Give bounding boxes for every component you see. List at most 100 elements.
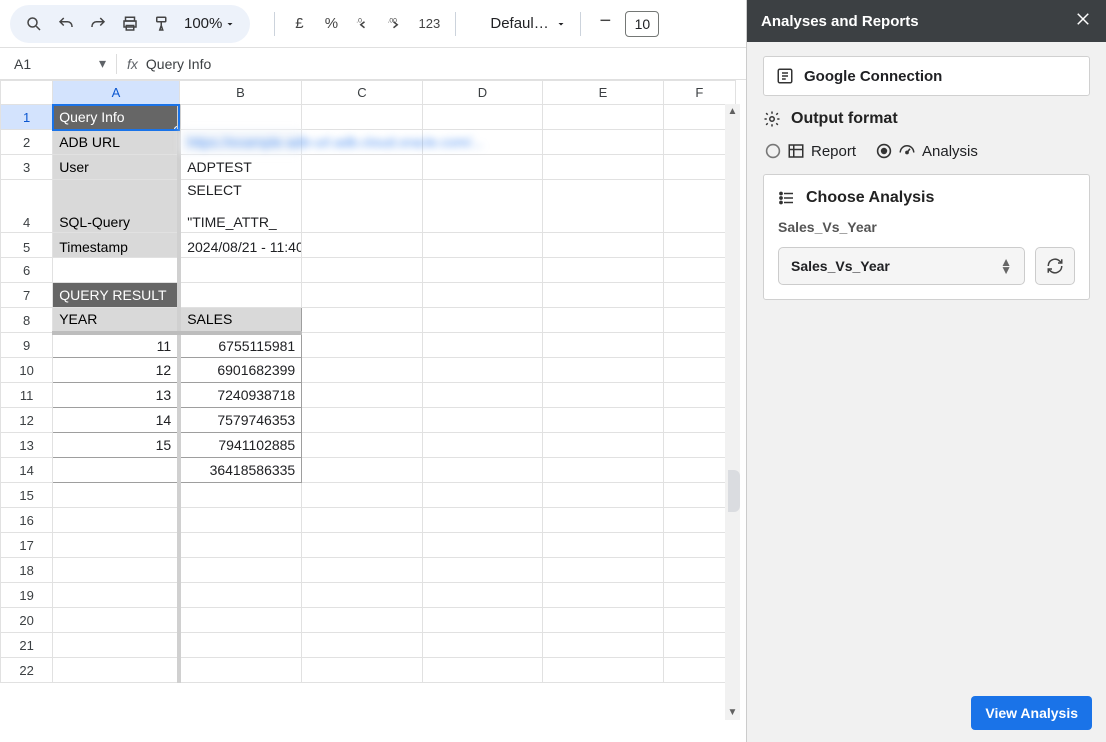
cell[interactable] bbox=[302, 483, 422, 508]
select-all-corner[interactable] bbox=[1, 81, 53, 105]
print-icon[interactable] bbox=[116, 10, 144, 38]
cell[interactable] bbox=[422, 633, 542, 658]
cell[interactable] bbox=[422, 358, 542, 383]
cell-A4[interactable]: SQL-Query bbox=[53, 180, 180, 233]
cell[interactable] bbox=[543, 105, 663, 130]
cell[interactable] bbox=[53, 508, 180, 533]
cell-A14[interactable] bbox=[53, 458, 180, 483]
cell-B4[interactable]: SELECT "TIME_ATTR_ bbox=[179, 180, 302, 233]
row-header[interactable]: 22 bbox=[1, 658, 53, 683]
cell[interactable] bbox=[179, 658, 302, 683]
scroll-down-icon[interactable]: ▼ bbox=[725, 705, 740, 720]
cell[interactable] bbox=[422, 180, 542, 233]
cell-B11[interactable]: 7240938718 bbox=[179, 383, 302, 408]
cell-A7[interactable]: QUERY RESULT bbox=[53, 283, 180, 308]
cell[interactable] bbox=[543, 458, 663, 483]
cell[interactable] bbox=[302, 308, 422, 333]
col-header-B[interactable]: B bbox=[179, 81, 302, 105]
cell[interactable] bbox=[543, 558, 663, 583]
cell[interactable] bbox=[422, 458, 542, 483]
decrease-decimal-icon[interactable]: .0 bbox=[349, 10, 377, 38]
row-header[interactable]: 9 bbox=[1, 333, 53, 358]
cell[interactable] bbox=[543, 533, 663, 558]
cell-B3[interactable]: ADPTEST bbox=[179, 155, 302, 180]
row-header[interactable]: 7 bbox=[1, 283, 53, 308]
cell-A10[interactable]: 12 bbox=[53, 358, 180, 383]
cell-B8[interactable]: SALES bbox=[179, 308, 302, 333]
cell-A12[interactable]: 14 bbox=[53, 408, 180, 433]
panel-collapse-tab[interactable] bbox=[728, 470, 740, 512]
cell[interactable] bbox=[179, 105, 302, 130]
cell[interactable] bbox=[302, 608, 422, 633]
cell[interactable] bbox=[302, 105, 422, 130]
cell[interactable] bbox=[422, 333, 542, 358]
cell[interactable] bbox=[543, 155, 663, 180]
undo-icon[interactable] bbox=[52, 10, 80, 38]
refresh-button[interactable] bbox=[1035, 247, 1075, 285]
cell[interactable] bbox=[543, 658, 663, 683]
cell-B2[interactable]: https://example-adb-url.adb.cloud.oracle… bbox=[179, 130, 302, 155]
row-header[interactable]: 3 bbox=[1, 155, 53, 180]
decrease-font-size-button[interactable]: − bbox=[591, 10, 619, 38]
cell[interactable] bbox=[179, 608, 302, 633]
cell[interactable] bbox=[302, 233, 422, 258]
cell[interactable] bbox=[179, 533, 302, 558]
cell[interactable] bbox=[53, 583, 180, 608]
cell-B14[interactable]: 36418586335 bbox=[179, 458, 302, 483]
cell[interactable] bbox=[422, 608, 542, 633]
cell[interactable] bbox=[302, 658, 422, 683]
cell-A9[interactable]: 11 bbox=[53, 333, 180, 358]
cell-B9[interactable]: 6755115981 bbox=[179, 333, 302, 358]
cell[interactable] bbox=[422, 483, 542, 508]
cell[interactable] bbox=[543, 383, 663, 408]
cell[interactable] bbox=[543, 633, 663, 658]
cell[interactable] bbox=[422, 233, 542, 258]
cell[interactable] bbox=[179, 483, 302, 508]
cell-A1[interactable]: Query Info bbox=[53, 105, 180, 130]
row-header[interactable]: 4 bbox=[1, 180, 53, 233]
row-header[interactable]: 20 bbox=[1, 608, 53, 633]
cell[interactable] bbox=[53, 558, 180, 583]
cell[interactable] bbox=[543, 508, 663, 533]
row-header[interactable]: 2 bbox=[1, 130, 53, 155]
vertical-scrollbar[interactable]: ▲ ▼ bbox=[725, 104, 740, 720]
font-size-input[interactable]: 10 bbox=[625, 11, 659, 37]
cell[interactable] bbox=[422, 433, 542, 458]
row-header[interactable]: 6 bbox=[1, 258, 53, 283]
cell[interactable] bbox=[543, 408, 663, 433]
analysis-radio[interactable]: Analysis bbox=[876, 142, 978, 160]
cell[interactable] bbox=[302, 508, 422, 533]
cell[interactable] bbox=[422, 308, 542, 333]
cell[interactable] bbox=[179, 283, 302, 308]
cell[interactable] bbox=[302, 155, 422, 180]
close-icon[interactable] bbox=[1074, 10, 1092, 32]
cell[interactable] bbox=[302, 180, 422, 233]
cell[interactable] bbox=[422, 283, 542, 308]
cell[interactable] bbox=[53, 608, 180, 633]
row-header[interactable]: 8 bbox=[1, 308, 53, 333]
cell-B12[interactable]: 7579746353 bbox=[179, 408, 302, 433]
cell-A8[interactable]: YEAR bbox=[53, 308, 180, 333]
row-header[interactable]: 1 bbox=[1, 105, 53, 130]
cell[interactable] bbox=[422, 558, 542, 583]
row-header[interactable]: 19 bbox=[1, 583, 53, 608]
scroll-up-icon[interactable]: ▲ bbox=[725, 104, 740, 119]
report-radio[interactable]: Report bbox=[765, 142, 856, 160]
connection-box[interactable]: Google Connection bbox=[763, 56, 1090, 96]
cell[interactable] bbox=[543, 130, 663, 155]
cell[interactable] bbox=[302, 533, 422, 558]
redo-icon[interactable] bbox=[84, 10, 112, 38]
cell-A2[interactable]: ADB URL bbox=[53, 130, 180, 155]
view-analysis-button[interactable]: View Analysis bbox=[971, 696, 1092, 730]
row-header[interactable]: 5 bbox=[1, 233, 53, 258]
cell[interactable] bbox=[53, 658, 180, 683]
cell-A3[interactable]: User bbox=[53, 155, 180, 180]
row-header[interactable]: 16 bbox=[1, 508, 53, 533]
col-header-A[interactable]: A bbox=[53, 81, 180, 105]
cell[interactable] bbox=[179, 508, 302, 533]
cell[interactable] bbox=[302, 583, 422, 608]
spreadsheet-grid[interactable]: A B C D E F 1 Query Info 2 ADB URL https… bbox=[0, 80, 740, 742]
cell-A5[interactable]: Timestamp bbox=[53, 233, 180, 258]
cell[interactable] bbox=[422, 105, 542, 130]
paint-format-icon[interactable] bbox=[148, 10, 176, 38]
